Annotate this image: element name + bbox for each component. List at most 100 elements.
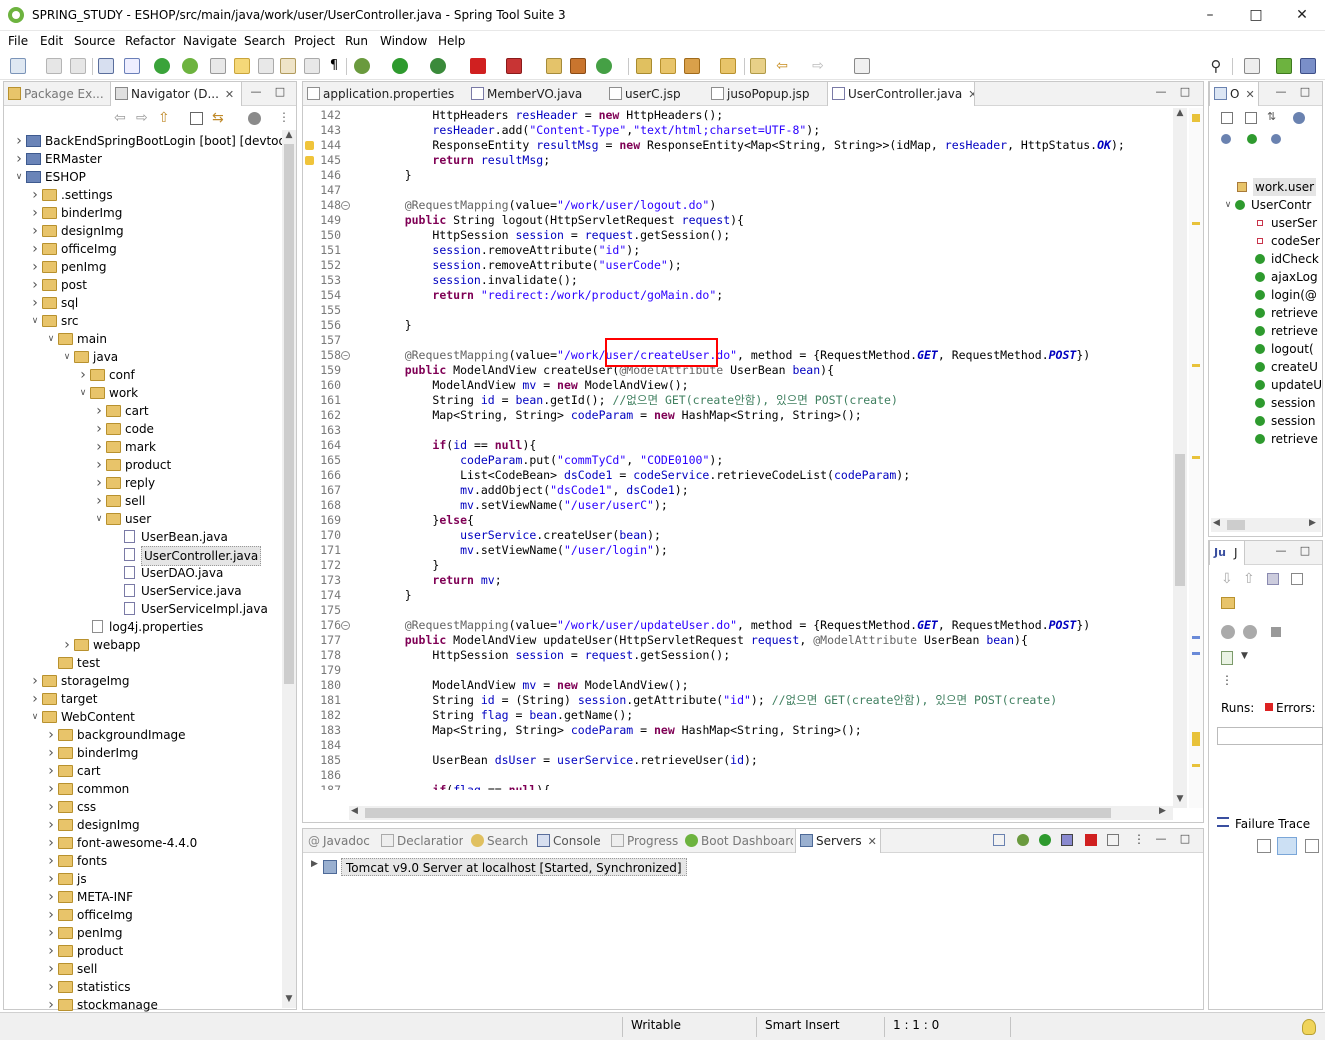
- tree-file-item[interactable]: UserServiceImpl.java: [110, 600, 282, 618]
- collapse-all-icon[interactable]: [190, 112, 203, 125]
- stop-junit-icon[interactable]: [1271, 627, 1281, 637]
- chevron-right-icon[interactable]: ›: [46, 906, 56, 924]
- menu-project[interactable]: Project: [294, 34, 335, 48]
- tree-folder-item[interactable]: › penImg: [30, 258, 282, 276]
- tree-file-item[interactable]: log4j.properties: [78, 618, 282, 636]
- link-editor-icon[interactable]: ⇆: [212, 110, 224, 126]
- show-whitespace-icon[interactable]: ¶: [326, 58, 342, 74]
- tree-folder-item[interactable]: ∨ ESHOP: [14, 168, 282, 186]
- tree-folder-item[interactable]: › product: [46, 942, 282, 960]
- scroll-thumb[interactable]: [284, 144, 294, 684]
- chevron-right-icon[interactable]: ›: [46, 852, 56, 870]
- start-server-icon[interactable]: [154, 58, 170, 74]
- view-menu-icon[interactable]: ⋮: [278, 110, 290, 124]
- outline-hscrollbar[interactable]: ◀ ▶: [1211, 518, 1321, 532]
- chevron-down-icon[interactable]: ∨: [46, 330, 56, 348]
- scroll-up-icon[interactable]: ▲: [282, 130, 296, 144]
- outline-item[interactable]: createU: [1255, 358, 1322, 376]
- chevron-right-icon[interactable]: ›: [94, 420, 104, 438]
- outline-item[interactable]: ajaxLog: [1255, 268, 1322, 286]
- outline-item[interactable]: retrieve: [1255, 304, 1322, 322]
- annotation-icon[interactable]: [258, 58, 274, 74]
- back-icon[interactable]: ⇦: [774, 58, 790, 74]
- rerun-icon[interactable]: [1221, 625, 1235, 639]
- chevron-right-icon[interactable]: ›: [46, 960, 56, 978]
- stop-server-icon[interactable]: [1085, 834, 1097, 846]
- maximize-icon[interactable]: □: [1179, 86, 1191, 98]
- explorer-scrollbar[interactable]: ▲ ▼: [282, 130, 296, 1008]
- chevron-right-icon[interactable]: ›: [78, 366, 88, 384]
- chevron-right-icon[interactable]: ›: [46, 726, 56, 744]
- scroll-down-icon[interactable]: ▼: [282, 994, 296, 1008]
- tree-folder-item[interactable]: test: [46, 654, 282, 672]
- compare-icon[interactable]: [1257, 839, 1271, 853]
- tree-folder-item[interactable]: › backgroundImage: [46, 726, 282, 744]
- chevron-right-icon[interactable]: ›: [30, 240, 40, 258]
- tree-folder-item[interactable]: › reply: [94, 474, 282, 492]
- tree-folder-item[interactable]: › statistics: [46, 978, 282, 996]
- skip-breakpoints-icon[interactable]: [124, 58, 140, 74]
- failures-only-icon[interactable]: [1267, 573, 1279, 585]
- chevron-right-icon[interactable]: ›: [46, 816, 56, 834]
- search-icon[interactable]: ⚲: [1208, 58, 1224, 74]
- rerun-failed-icon[interactable]: [1243, 625, 1257, 639]
- tree-folder-item[interactable]: ∨ WebContent: [30, 708, 282, 726]
- expand-server-icon[interactable]: ▶: [311, 859, 318, 869]
- tip-lightbulb-icon[interactable]: [1302, 1019, 1316, 1035]
- minimize-icon[interactable]: —: [1275, 86, 1287, 98]
- maximize-icon[interactable]: □: [1179, 833, 1191, 845]
- tree-folder-item[interactable]: › mark: [94, 438, 282, 456]
- tree-file-item[interactable]: UserController.java: [110, 546, 282, 566]
- chevron-right-icon[interactable]: ›: [46, 924, 56, 942]
- close-window-button[interactable]: ✕: [1279, 0, 1325, 31]
- chevron-right-icon[interactable]: ›: [46, 888, 56, 906]
- tree-file-item[interactable]: UserDAO.java: [110, 564, 282, 582]
- tree-folder-item[interactable]: › js: [46, 870, 282, 888]
- profile-server-icon[interactable]: [1061, 834, 1073, 846]
- warning-icon[interactable]: [305, 141, 314, 150]
- stop-icon[interactable]: [470, 58, 486, 74]
- task-icon[interactable]: [210, 58, 226, 74]
- menu-window[interactable]: Window: [380, 34, 427, 48]
- menu-edit[interactable]: Edit: [40, 34, 63, 48]
- tab-progress[interactable]: Progress: [607, 829, 683, 853]
- outline-item[interactable]: retrieve: [1255, 322, 1322, 340]
- fold-toggle-icon[interactable]: −: [341, 201, 350, 210]
- chevron-down-icon[interactable]: ∨: [1223, 196, 1233, 214]
- tree-folder-item[interactable]: › css: [46, 798, 282, 816]
- last-edit-icon[interactable]: [750, 58, 766, 74]
- minimize-icon[interactable]: —: [1275, 545, 1287, 557]
- tab-jusopopup-jsp[interactable]: jusoPopup.jsp: [707, 82, 821, 106]
- chevron-down-icon[interactable]: ∨: [78, 384, 88, 402]
- chevron-right-icon[interactable]: ›: [14, 150, 24, 168]
- outline-item[interactable]: updateU: [1255, 376, 1322, 394]
- sort-icon[interactable]: ⇅: [1267, 110, 1276, 123]
- hide-static-icon[interactable]: [1293, 112, 1305, 124]
- maximize-button[interactable]: □: [1233, 0, 1279, 31]
- chevron-right-icon[interactable]: ›: [30, 222, 40, 240]
- hide-local-types-icon[interactable]: [1247, 134, 1257, 144]
- tree-folder-item[interactable]: › common: [46, 780, 282, 798]
- spring-perspective-icon[interactable]: [1276, 58, 1292, 74]
- search-tool-icon[interactable]: [684, 58, 700, 74]
- close-tab-icon[interactable]: ✕: [868, 835, 877, 848]
- view-menu-icon[interactable]: ⋮: [1133, 832, 1145, 846]
- open-task-icon[interactable]: [280, 58, 296, 74]
- chevron-right-icon[interactable]: ›: [46, 780, 56, 798]
- tree-folder-item[interactable]: › storageImg: [30, 672, 282, 690]
- filters-icon[interactable]: [248, 112, 261, 125]
- tree-folder-item[interactable]: › ERMaster: [14, 150, 282, 168]
- tree-folder-item[interactable]: › webapp: [62, 636, 282, 654]
- tree-folder-item[interactable]: › sql: [30, 294, 282, 312]
- scroll-right-icon[interactable]: ▶: [1159, 806, 1166, 816]
- minimize-icon[interactable]: —: [1155, 833, 1167, 845]
- console-icon[interactable]: [98, 58, 114, 74]
- scroll-left-icon[interactable]: ◀: [1213, 518, 1220, 528]
- publish-icon[interactable]: [1107, 834, 1119, 846]
- tree-file-item[interactable]: UserService.java: [110, 582, 282, 600]
- open-perspective-icon[interactable]: [1244, 58, 1260, 74]
- tree-folder-item[interactable]: › penImg: [46, 924, 282, 942]
- filter-trace-icon[interactable]: [1277, 837, 1297, 855]
- tab-declaration[interactable]: Declaration: [377, 829, 463, 853]
- fold-toggle-icon[interactable]: −: [341, 621, 350, 630]
